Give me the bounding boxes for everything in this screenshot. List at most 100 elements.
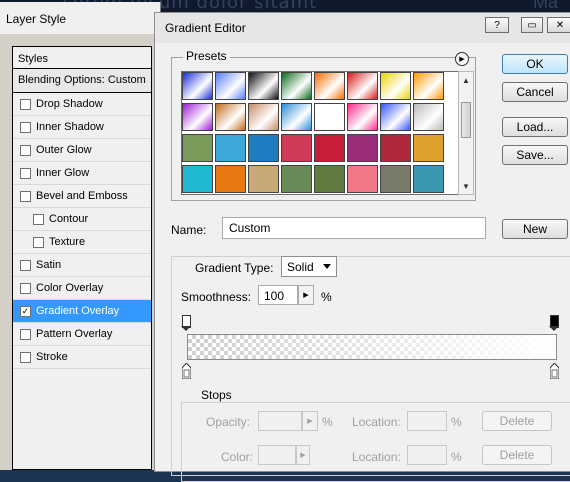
style-item[interactable]: Drop Shadow <box>13 93 151 116</box>
preset-swatch[interactable] <box>182 103 213 131</box>
preset-swatch[interactable] <box>281 103 312 131</box>
style-checkbox[interactable] <box>33 236 44 248</box>
opacity-unit: % <box>322 415 333 429</box>
color-location-input[interactable] <box>407 445 447 465</box>
delete-color-stop-button[interactable]: Delete <box>482 445 552 465</box>
preset-swatch[interactable] <box>347 134 378 162</box>
gradient-type-label: Gradient Type: <box>195 261 274 275</box>
opacity-slider-button[interactable]: ▶ <box>302 411 318 431</box>
preset-swatch[interactable] <box>413 103 444 131</box>
preset-swatch[interactable] <box>215 165 246 193</box>
smoothness-label: Smoothness: <box>181 290 252 304</box>
preset-swatch[interactable] <box>380 103 411 131</box>
color-stop-right[interactable] <box>550 363 559 379</box>
style-checkbox[interactable] <box>20 282 31 294</box>
style-checkbox[interactable]: ✓ <box>20 305 31 317</box>
gradient-type-select[interactable]: Solid <box>281 256 337 277</box>
presets-swatch-grid <box>181 71 459 195</box>
style-checkbox[interactable] <box>20 121 31 133</box>
color-location-unit: % <box>451 450 462 464</box>
blending-options[interactable]: Blending Options: Custom <box>13 69 151 93</box>
gradient-preview-bar[interactable] <box>187 334 557 360</box>
help-button[interactable]: ? <box>485 17 509 33</box>
preset-swatch[interactable] <box>314 103 345 131</box>
styles-header[interactable]: Styles <box>13 47 151 69</box>
preset-swatch[interactable] <box>413 165 444 193</box>
style-item[interactable]: Inner Shadow <box>13 116 151 139</box>
preset-swatch[interactable] <box>314 134 345 162</box>
style-checkbox[interactable] <box>20 259 31 271</box>
preset-swatch[interactable] <box>281 72 312 100</box>
preset-swatch[interactable] <box>314 72 345 100</box>
name-input[interactable]: Custom <box>222 217 486 239</box>
preset-swatch[interactable] <box>215 134 246 162</box>
preset-swatch[interactable] <box>182 165 213 193</box>
preset-swatch[interactable] <box>314 165 345 193</box>
stops-label: Stops <box>199 388 234 402</box>
minimize-button[interactable]: ▭ <box>521 17 543 33</box>
preset-swatch[interactable] <box>248 103 279 131</box>
layer-style-titlebar[interactable]: Layer Style <box>0 2 160 34</box>
style-item[interactable]: Outer Glow <box>13 139 151 162</box>
style-item[interactable]: Pattern Overlay <box>13 323 151 346</box>
layer-style-title: Layer Style <box>6 12 67 26</box>
style-checkbox[interactable] <box>20 144 31 156</box>
style-item[interactable]: Contour <box>13 208 151 231</box>
presets-scrollbar[interactable]: ▲ ▼ <box>458 71 474 195</box>
preset-swatch[interactable] <box>248 72 279 100</box>
preset-swatch[interactable] <box>182 134 213 162</box>
style-checkbox[interactable] <box>20 190 31 202</box>
color-swatch[interactable] <box>258 445 296 465</box>
preset-swatch[interactable] <box>215 103 246 131</box>
new-button[interactable]: New <box>502 219 568 239</box>
presets-label: Presets <box>183 49 230 63</box>
style-item-label: Bevel and Emboss <box>36 190 128 202</box>
opacity-location-input[interactable] <box>407 411 447 431</box>
preset-swatch[interactable] <box>248 165 279 193</box>
preset-swatch[interactable] <box>347 72 378 100</box>
preset-swatch[interactable] <box>215 72 246 100</box>
style-checkbox[interactable] <box>20 98 31 110</box>
cancel-button[interactable]: Cancel <box>502 82 568 102</box>
preset-swatch[interactable] <box>380 134 411 162</box>
preset-swatch[interactable] <box>347 103 378 131</box>
style-item[interactable]: Color Overlay <box>13 277 151 300</box>
style-item[interactable]: Texture <box>13 231 151 254</box>
opacity-input[interactable] <box>258 411 302 431</box>
opacity-location-label: Location: <box>352 415 401 429</box>
preset-swatch[interactable] <box>413 72 444 100</box>
preset-swatch[interactable] <box>413 134 444 162</box>
style-item[interactable]: Bevel and Emboss <box>13 185 151 208</box>
scrollbar-thumb[interactable] <box>461 102 471 138</box>
style-checkbox[interactable] <box>20 351 31 363</box>
save-button[interactable]: Save... <box>502 145 568 165</box>
preset-swatch[interactable] <box>347 165 378 193</box>
color-menu-button[interactable]: ▶ <box>296 445 310 465</box>
scroll-up-icon[interactable]: ▲ <box>459 72 473 88</box>
smoothness-unit: % <box>321 290 332 304</box>
presets-menu-button[interactable]: ▶ <box>455 52 469 66</box>
ok-button[interactable]: OK <box>502 54 568 74</box>
color-stop-left[interactable] <box>182 363 191 379</box>
close-icon: ✕ <box>555 19 565 31</box>
style-item[interactable]: Inner Glow <box>13 162 151 185</box>
preset-swatch[interactable] <box>281 165 312 193</box>
smoothness-input[interactable]: 100 <box>258 285 298 305</box>
delete-opacity-stop-button[interactable]: Delete <box>482 411 552 431</box>
style-item-label: Stroke <box>36 351 68 363</box>
style-item[interactable]: ✓ Gradient Overlay <box>13 300 151 323</box>
style-checkbox[interactable] <box>33 213 44 225</box>
preset-swatch[interactable] <box>248 134 279 162</box>
style-item[interactable]: Stroke <box>13 346 151 369</box>
preset-swatch[interactable] <box>182 72 213 100</box>
preset-swatch[interactable] <box>380 72 411 100</box>
style-checkbox[interactable] <box>20 328 31 340</box>
preset-swatch[interactable] <box>281 134 312 162</box>
smoothness-slider-button[interactable]: ▶ <box>298 285 314 305</box>
close-button[interactable]: ✕ <box>547 17 570 33</box>
style-item[interactable]: Satin <box>13 254 151 277</box>
load-button[interactable]: Load... <box>502 117 568 137</box>
preset-swatch[interactable] <box>380 165 411 193</box>
scroll-down-icon[interactable]: ▼ <box>459 178 473 194</box>
style-checkbox[interactable] <box>20 167 31 179</box>
